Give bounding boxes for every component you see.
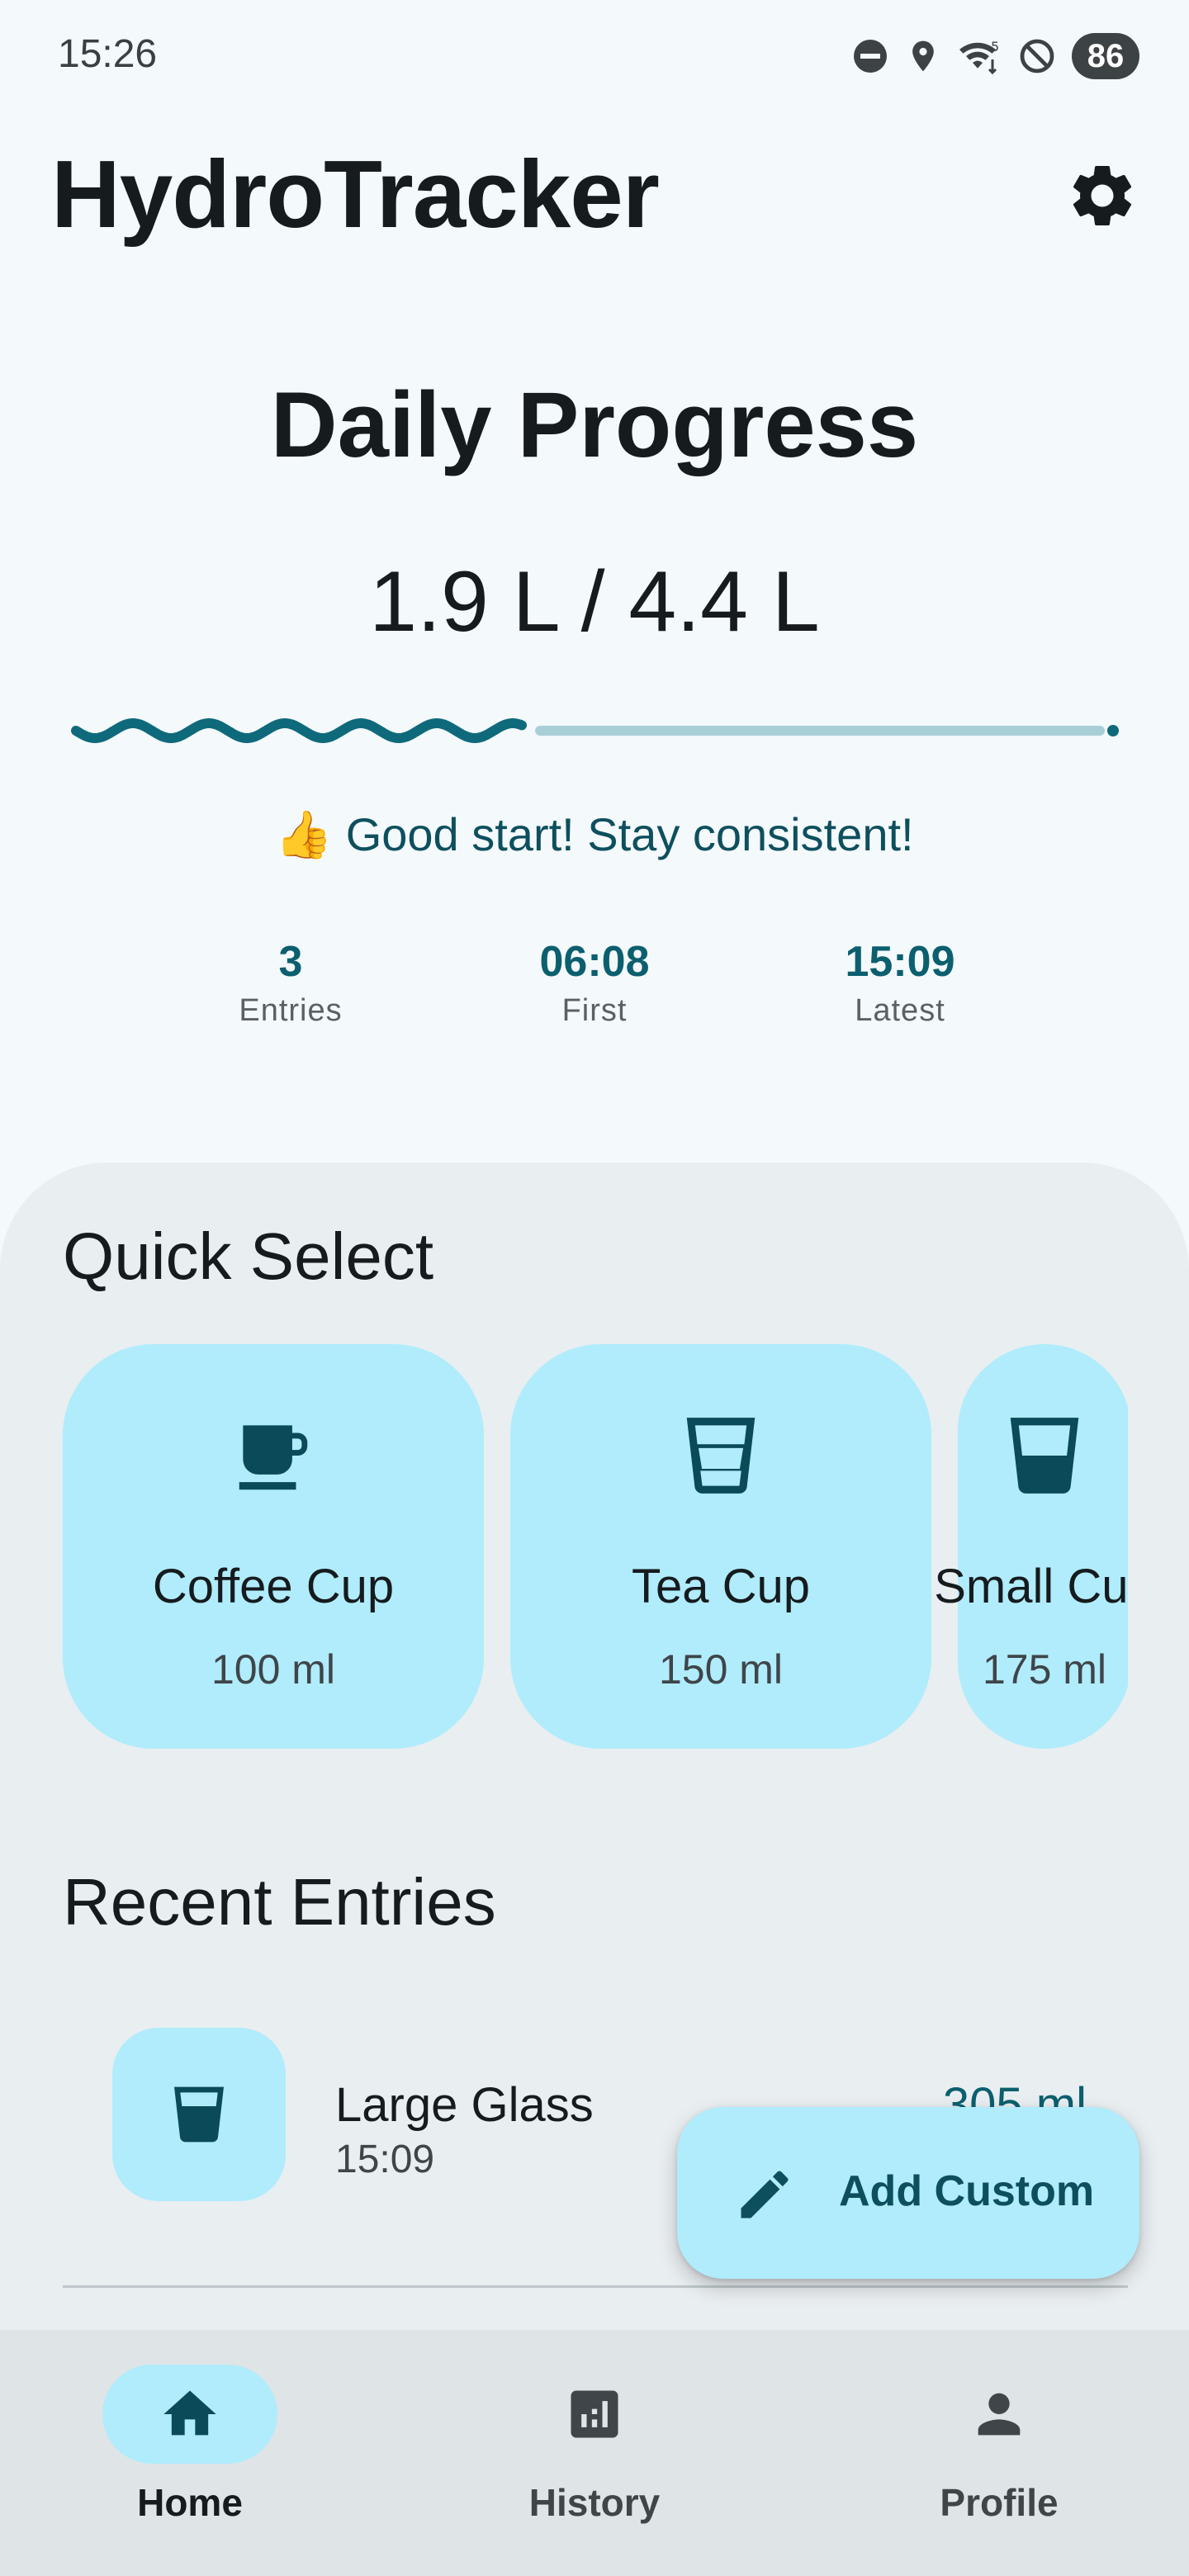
glass-icon: [686, 1418, 756, 1494]
quick-card-tea-cup[interactable]: Tea Cup 150 ml: [510, 1344, 931, 1749]
nav-item-history[interactable]: History: [471, 2365, 718, 2525]
bottom-nav: Home History Profile: [0, 2330, 1189, 2576]
nav-pill: [912, 2365, 1087, 2464]
glass-icon: [174, 2086, 224, 2143]
divider: [63, 2285, 1128, 2288]
location-icon: [905, 36, 941, 76]
quick-card-name: Small Cup: [934, 1560, 1128, 1613]
stat-label: Entries: [239, 993, 343, 1028]
nav-label: History: [528, 2481, 661, 2524]
bar-chart-icon: [571, 2390, 618, 2438]
stat-value: 06:08: [539, 938, 650, 986]
quick-card-name: Coffee Cup: [152, 1560, 395, 1613]
nav-label: Home: [137, 2481, 243, 2524]
nav-pill: [507, 2365, 682, 2464]
progress-amount: 1.9 L / 4.4 L: [369, 554, 820, 650]
status-icons: 5 86: [850, 33, 1139, 79]
quick-card-name: Tea Cup: [631, 1560, 811, 1613]
quick-card-volume: 175 ml: [982, 1646, 1107, 1693]
stat-first: 06:08 First: [471, 937, 718, 1029]
progress-end-dot: [1107, 725, 1119, 736]
pencil-icon: [741, 2171, 789, 2218]
app-title: HydroTracker: [51, 140, 660, 248]
stat-value: 15:09: [845, 938, 955, 986]
nav-item-home[interactable]: Home: [66, 2365, 314, 2525]
blocked-icon: [1017, 36, 1057, 76]
person-icon: [978, 2393, 1021, 2436]
svg-text:5: 5: [991, 39, 999, 54]
nav-pill: [102, 2365, 277, 2464]
stat-label: Latest: [855, 993, 945, 1028]
quick-card-coffee-cup[interactable]: Coffee Cup 100 ml: [63, 1344, 484, 1749]
stats-row: 3 Entries 06:08 First 15:09 Latest: [0, 937, 1189, 1036]
home-icon: [163, 2390, 216, 2436]
stat-entries: 3 Entries: [167, 937, 414, 1029]
status-time: 15:26: [58, 32, 158, 76]
stat-label: First: [561, 993, 628, 1028]
motivation-text: 👍 Good start! Stay consistent!: [275, 808, 914, 860]
add-custom-label: Add Custom: [839, 2167, 1095, 2215]
quick-select-row[interactable]: Coffee Cup 100 ml Tea Cup 150 ml Small C…: [63, 1344, 1128, 1749]
entry-time: 15:09: [335, 2138, 435, 2181]
coffee-cup-icon: [239, 1425, 308, 1490]
stat-value: 3: [278, 938, 303, 986]
quick-select-title: Quick Select: [63, 1219, 434, 1293]
status-bar: 15:26 5 86: [0, 0, 1189, 107]
entry-name: Large Glass: [335, 2078, 594, 2132]
gear-icon: [1073, 165, 1132, 225]
stat-latest: 15:09 Latest: [776, 937, 1024, 1029]
progress-heading: Daily Progress: [270, 373, 919, 476]
battery-icon: 86: [1072, 33, 1139, 79]
entry-icon-container: [112, 2028, 286, 2201]
quick-card-volume: 150 ml: [658, 1646, 784, 1693]
progress-wave: [71, 718, 527, 743]
recent-entries-title: Recent Entries: [63, 1865, 496, 1939]
quick-card-small-cup[interactable]: Small Cup 175 ml: [934, 1344, 1128, 1749]
quick-card-volume: 100 ml: [211, 1646, 336, 1693]
progress-bar: [71, 718, 1119, 743]
do-not-disturb-icon: [850, 36, 890, 76]
glass-icon: [1010, 1418, 1079, 1494]
nav-label: Profile: [940, 2481, 1059, 2524]
nav-item-profile[interactable]: Profile: [875, 2365, 1123, 2525]
settings-button[interactable]: [1065, 159, 1139, 233]
wifi-icon: 5: [956, 36, 1002, 76]
add-custom-button[interactable]: Add Custom: [677, 2107, 1139, 2279]
